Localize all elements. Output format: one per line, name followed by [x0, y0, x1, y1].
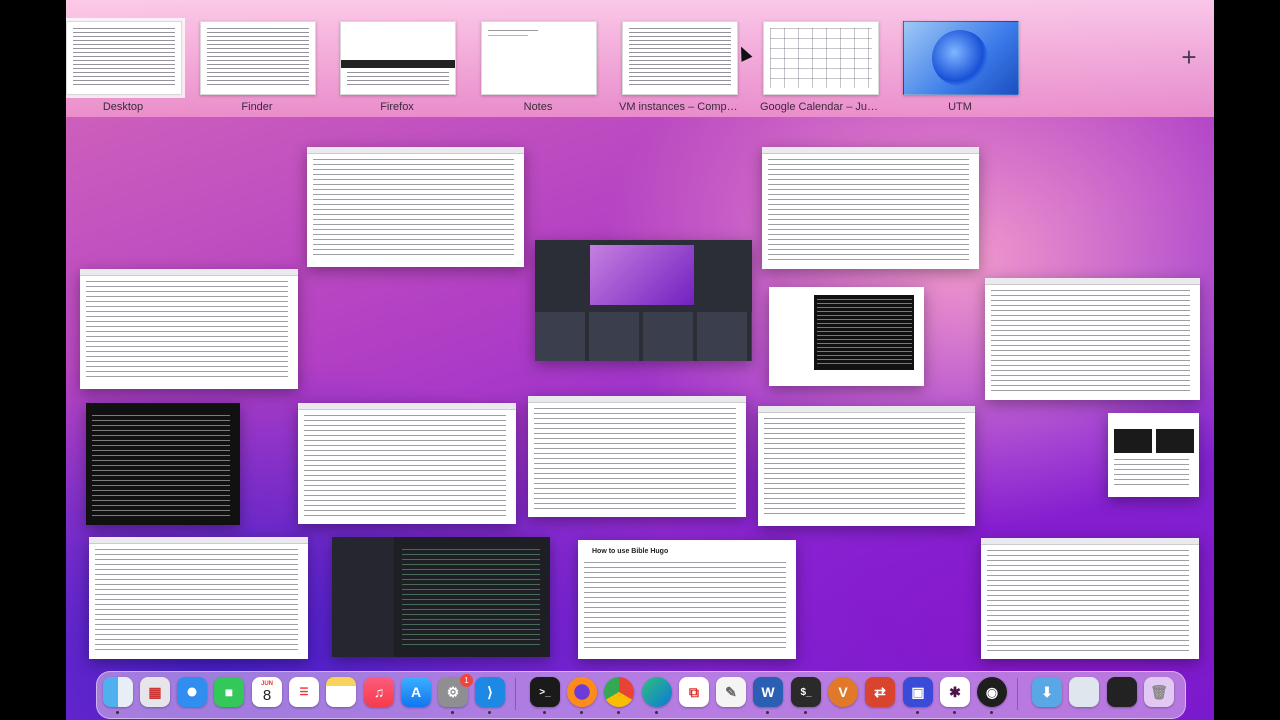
space-thumbnail [481, 21, 597, 95]
space-vm-instances[interactable]: VM instances – Comput... [619, 21, 739, 119]
mission-control-screen: Desktop Finder Firefox Notes VM instance… [66, 0, 1214, 720]
screen-stack-icon[interactable] [1107, 677, 1137, 707]
finder-icon[interactable] [103, 677, 133, 707]
space-label: UTM [948, 101, 972, 113]
slack-icon[interactable]: ✱ [940, 677, 970, 707]
iterm-icon[interactable]: $_ [791, 677, 821, 707]
space-desktop[interactable]: Desktop [66, 18, 185, 119]
space-google-calendar[interactable]: Google Calendar – June... [760, 21, 880, 119]
window-thumbnail[interactable] [981, 538, 1199, 659]
vscode-icon[interactable]: ⟩ [475, 677, 505, 707]
calendar-day: 8 [262, 686, 272, 704]
remote-desktop-icon[interactable]: ⇄ [865, 677, 895, 707]
space-thumbnail [903, 21, 1019, 95]
window-thumbnail-terminal[interactable] [86, 403, 240, 525]
space-label: Notes [523, 101, 553, 113]
downloads-folder-icon[interactable]: ⬇ [1032, 677, 1062, 707]
stack-icon[interactable] [1069, 677, 1099, 707]
window-thumbnail[interactable] [80, 269, 298, 389]
parallels-icon[interactable]: ⧉ [679, 677, 709, 707]
document-title: How to use Bible Hugo [592, 548, 669, 555]
space-label: Finder [241, 101, 273, 113]
spaces-bar: Desktop Finder Firefox Notes VM instance… [66, 0, 1214, 117]
space-thumbnail [340, 21, 456, 95]
textedit-icon[interactable]: ✎ [716, 677, 746, 707]
window-thumbnail-bible-hugo[interactable]: How to use Bible Hugo [578, 540, 796, 659]
window-thumbnail[interactable] [769, 287, 924, 386]
facetime-icon[interactable]: ■ [214, 677, 244, 707]
edge-icon[interactable] [642, 677, 672, 707]
launchpad-icon[interactable]: ▦ [140, 677, 170, 707]
space-label: VM instances – Comput... [619, 101, 739, 113]
trash-icon[interactable]: 🗑 [1144, 677, 1174, 707]
window-thumbnail[interactable] [762, 147, 979, 269]
window-thumbnail-obs[interactable] [535, 240, 752, 361]
utm-icon[interactable]: ▣ [903, 677, 933, 707]
space-thumbnail [763, 21, 879, 95]
safari-icon[interactable] [177, 677, 207, 707]
window-thumbnail[interactable] [298, 403, 516, 524]
obs-icon[interactable]: ◉ [977, 677, 1007, 707]
space-label: Firefox [380, 101, 414, 113]
calendar-icon[interactable]: JUN 8 [252, 677, 282, 707]
window-thumbnail[interactable] [985, 278, 1200, 400]
space-thumbnail [66, 18, 185, 98]
window-thumbnail[interactable] [307, 147, 524, 267]
terminal-icon[interactable]: >_ [530, 677, 560, 707]
space-utm[interactable]: UTM [903, 21, 1019, 119]
space-thumbnail [200, 21, 316, 95]
dock: ▦ ■ JUN 8 ☰ ♫ A ⚙ 1 ⟩ >_ ⧉ ✎ W $_ V ⇄ ▣ ✱ [96, 671, 1186, 719]
music-icon[interactable]: ♫ [364, 677, 394, 707]
space-thumbnail [622, 21, 738, 95]
notes-icon[interactable] [326, 677, 356, 707]
space-label: Desktop [102, 101, 144, 113]
app-store-icon[interactable]: A [401, 677, 431, 707]
window-thumbnail[interactable] [528, 396, 746, 517]
window-thumbnail[interactable] [89, 537, 308, 659]
word-icon[interactable]: W [753, 677, 783, 707]
chrome-icon[interactable] [604, 677, 634, 707]
space-notes[interactable]: Notes [481, 21, 597, 119]
vnc-viewer-icon[interactable]: V [828, 677, 858, 707]
window-thumbnail[interactable] [1108, 413, 1199, 497]
space-label: Google Calendar – June... [760, 101, 880, 113]
space-finder[interactable]: Finder [200, 21, 316, 119]
space-firefox[interactable]: Firefox [340, 21, 456, 119]
add-space-button[interactable]: + [1176, 44, 1202, 70]
notification-badge: 1 [460, 674, 473, 687]
window-thumbnail-vscode[interactable] [332, 537, 550, 657]
reminders-icon[interactable]: ☰ [289, 677, 319, 707]
window-thumbnail[interactable] [758, 406, 975, 526]
system-settings-icon[interactable]: ⚙ 1 [438, 674, 473, 707]
firefox-icon[interactable] [567, 677, 597, 707]
